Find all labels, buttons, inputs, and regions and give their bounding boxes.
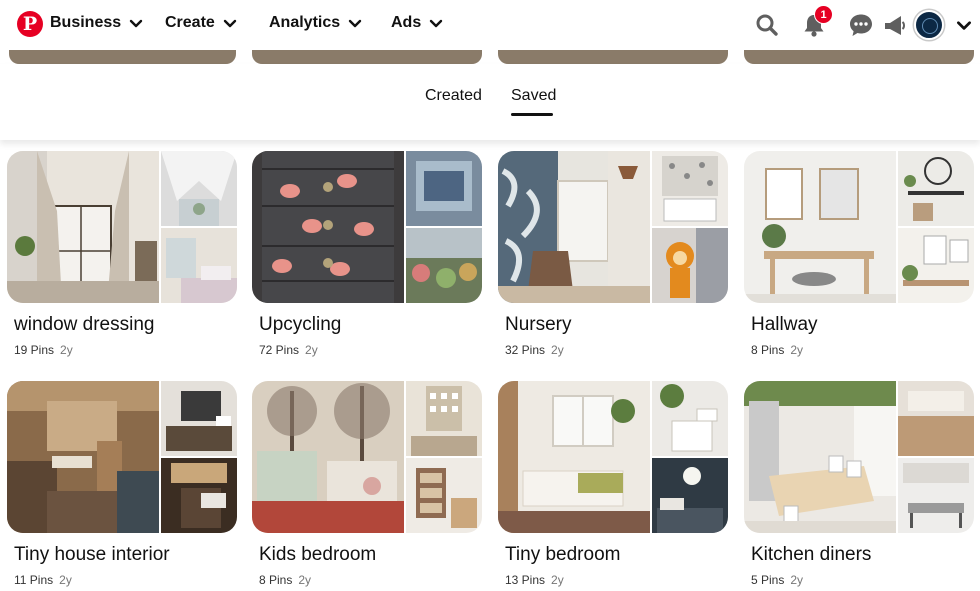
chevron-down-icon	[223, 19, 237, 28]
pin-count: 11 Pins	[14, 573, 54, 587]
nav-ads-label: Ads	[391, 14, 422, 31]
board-title[interactable]: Upcycling	[259, 314, 341, 336]
nav-analytics-dropdown[interactable]: Analytics	[269, 14, 363, 32]
pin-count: 32 Pins	[505, 343, 546, 357]
board-age: 2y	[551, 573, 564, 587]
board-cover[interactable]	[7, 151, 237, 303]
board-meta: 8 Pins 2y	[259, 573, 311, 587]
search-icon[interactable]	[754, 12, 780, 38]
board-meta: 13 Pins 2y	[505, 573, 564, 587]
notification-badge: 1	[814, 5, 833, 24]
board-cover-image	[744, 151, 896, 303]
board-cover-image	[161, 228, 237, 303]
account-chevron-down-icon[interactable]	[955, 16, 973, 34]
board-title[interactable]: Kids bedroom	[259, 544, 376, 566]
board-title[interactable]: Hallway	[751, 314, 818, 336]
board-meta: 8 Pins 2y	[751, 343, 803, 357]
pin-count: 13 Pins	[505, 573, 546, 587]
board-cover[interactable]	[7, 381, 237, 533]
board-cover[interactable]	[498, 151, 728, 303]
pin-count: 8 Pins	[259, 573, 293, 587]
board-cover-image	[7, 381, 159, 533]
board-cover-image	[744, 381, 896, 533]
board-cover-image	[898, 381, 974, 456]
pin-count: 5 Pins	[751, 573, 785, 587]
pinterest-logo[interactable]: P	[17, 11, 43, 37]
board-cover-image	[652, 228, 728, 303]
tab-saved[interactable]: Saved	[511, 87, 556, 105]
board-cover[interactable]	[744, 381, 974, 533]
pin-count: 72 Pins	[259, 343, 300, 357]
board-cover-image	[652, 458, 728, 533]
pin-count: 8 Pins	[751, 343, 785, 357]
nav-create-dropdown[interactable]: Create	[165, 14, 238, 32]
board-cover[interactable]	[252, 151, 482, 303]
board-cover-remnant	[9, 50, 236, 64]
board-cover-remnant	[252, 50, 482, 64]
board-cover-image	[406, 228, 482, 303]
board-cover-image	[161, 151, 237, 226]
chevron-down-icon	[430, 19, 443, 28]
board-cover-image	[161, 381, 237, 456]
board-title[interactable]: window dressing	[14, 314, 154, 336]
board-cover-remnant	[498, 50, 728, 64]
nav-business-label: Business	[50, 14, 122, 31]
nav-create-label: Create	[165, 14, 215, 31]
active-tab-indicator	[511, 113, 553, 116]
board-cover-image	[898, 151, 974, 226]
nav-ads-dropdown[interactable]: Ads	[391, 14, 444, 32]
board-cover-image	[652, 151, 728, 226]
board-meta: 32 Pins 2y	[505, 343, 564, 357]
board-meta: 5 Pins 2y	[751, 573, 803, 587]
board-cover[interactable]	[498, 381, 728, 533]
board-cover-image	[898, 228, 974, 303]
chevron-down-icon	[129, 19, 143, 28]
board-cover-image	[252, 151, 404, 303]
board-title[interactable]: Tiny house interior	[14, 544, 170, 566]
board-cover-image	[498, 151, 650, 303]
board-title[interactable]: Kitchen diners	[751, 544, 871, 566]
board-cover-remnant	[744, 50, 974, 64]
board-cover-image	[161, 458, 237, 533]
board-cover-image	[498, 381, 650, 533]
board-age: 2y	[790, 343, 804, 357]
board-cover[interactable]	[252, 381, 482, 533]
board-title[interactable]: Nursery	[505, 314, 572, 336]
avatar[interactable]	[914, 10, 944, 40]
nav-analytics-label: Analytics	[269, 14, 341, 31]
board-title[interactable]: Tiny bedroom	[505, 544, 620, 566]
board-cover-image	[406, 151, 482, 226]
chevron-down-icon	[348, 19, 362, 28]
board-cover-image	[898, 458, 974, 533]
nav-business-dropdown[interactable]: Business	[50, 14, 144, 32]
board-cover-image	[652, 381, 728, 456]
top-nav-bar: P Business Create Analytics Ads 1	[0, 0, 980, 50]
chat-icon[interactable]	[848, 12, 874, 38]
profile-tabs: Created Saved	[0, 64, 980, 140]
board-cover-image	[406, 458, 482, 533]
board-meta: 19 Pins 2y	[14, 343, 73, 357]
board-cover-image	[406, 381, 482, 456]
board-cover-image	[7, 151, 159, 303]
board-meta: 72 Pins 2y	[259, 343, 318, 357]
board-meta: 11 Pins 2y	[14, 573, 72, 587]
megaphone-icon[interactable]	[882, 12, 908, 38]
board-age: 2y	[551, 343, 564, 357]
pin-count: 19 Pins	[14, 343, 55, 357]
tab-created[interactable]: Created	[425, 87, 482, 105]
board-age: 2y	[60, 343, 73, 357]
board-age: 2y	[59, 573, 72, 587]
board-age: 2y	[298, 573, 312, 587]
board-age: 2y	[790, 573, 804, 587]
board-cover-image	[252, 381, 404, 533]
board-cover[interactable]	[744, 151, 974, 303]
board-age: 2y	[305, 343, 318, 357]
